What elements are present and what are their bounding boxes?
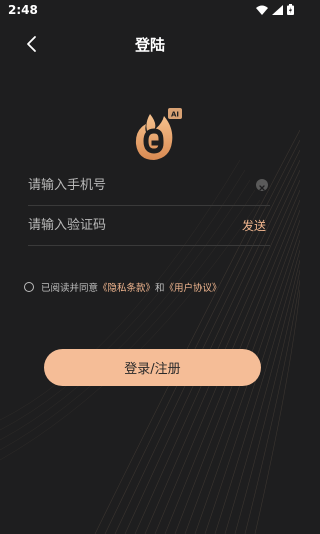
clear-icon (259, 185, 265, 191)
status-bar: 2:48 (0, 0, 300, 22)
phone-field (28, 166, 270, 206)
status-icons (256, 4, 294, 15)
phone-input[interactable] (28, 166, 228, 204)
svg-text:AI: AI (171, 111, 179, 119)
wifi-icon (256, 5, 268, 15)
code-field: 发送 (28, 206, 270, 246)
battery-icon (287, 4, 294, 15)
code-divider (28, 245, 270, 246)
agreement-checkbox[interactable] (24, 282, 34, 292)
clear-button[interactable] (256, 179, 268, 191)
signal-icon (272, 4, 283, 15)
agreement-prefix: 已阅读并同意 (41, 283, 99, 294)
agreement-conjunction: 和 (155, 283, 165, 294)
brand-logo-icon: AI (135, 108, 182, 160)
code-input[interactable] (28, 206, 228, 244)
user-agreement-link[interactable]: 《用户协议》 (165, 280, 222, 294)
send-code-button[interactable]: 发送 (242, 217, 266, 234)
login-button[interactable]: 登录/注册 (44, 349, 261, 386)
status-time: 2:48 (8, 3, 38, 17)
page-title: 登陆 (134, 36, 165, 54)
agreement-row: 已阅读并同意 《隐私条款》 和 《用户协议》 (24, 280, 222, 294)
privacy-link[interactable]: 《隐私条款》 (98, 280, 155, 294)
